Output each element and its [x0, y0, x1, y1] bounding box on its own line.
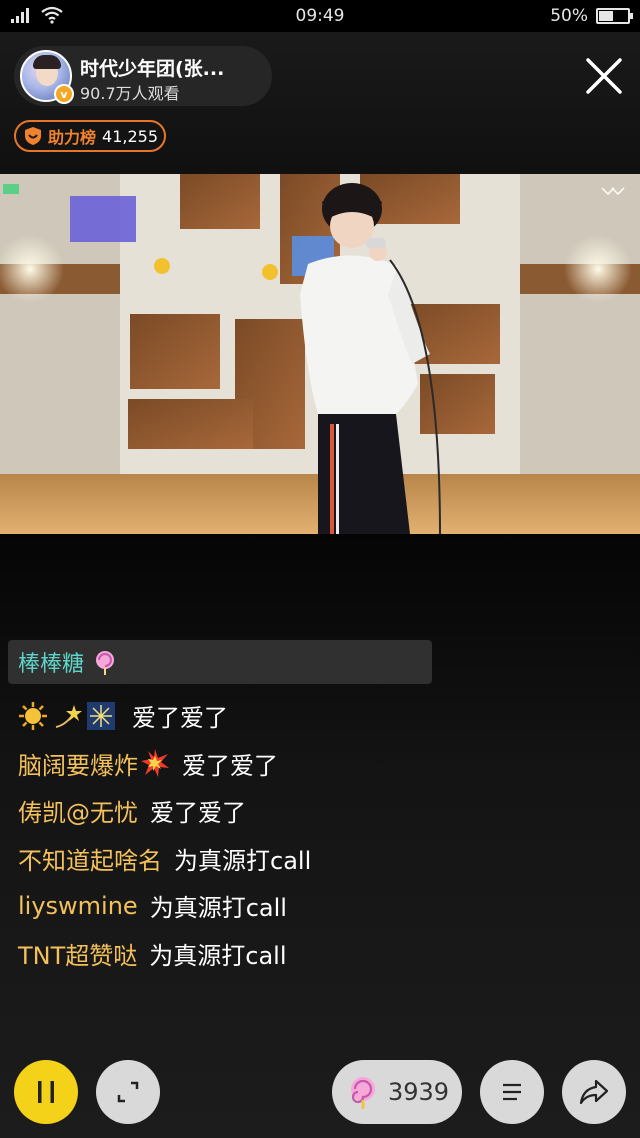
chat-message-text: 爱了爱了 [150, 799, 246, 828]
close-icon[interactable] [582, 54, 626, 98]
live-video[interactable] [0, 174, 640, 534]
gift-banner: 棒棒糖 [8, 640, 432, 684]
rank-label: 助力榜 [48, 128, 97, 147]
chat-username[interactable]: TNT超赞哒 [18, 936, 137, 971]
chat-message: 不知道起啥名 为真源打call [18, 835, 618, 883]
chat-message-text: 为真源打call [149, 941, 287, 970]
chat-message-text: 为真源打call [149, 894, 287, 923]
share-icon [579, 1079, 609, 1105]
chat-list: 爱了爱了 脑阔要爆炸 爱了爱了 俦凯@无忧 爱了爱了 不知道起啥名 为真源打ca… [18, 692, 618, 977]
menu-icon [503, 1083, 521, 1101]
live-header: v 时代少年团(张... 90.7万人观看 助力榜 41,255 [0, 32, 640, 174]
chat-message: TNT超赞哒 为真源打call [18, 930, 618, 978]
shooting-star-icon [55, 704, 82, 728]
battery-percent: 50% [550, 6, 588, 26]
gift-button[interactable]: 3939 [332, 1060, 462, 1124]
fullscreen-icon [117, 1081, 139, 1103]
shield-icon [25, 127, 41, 145]
rank-count: 41,255 [102, 126, 158, 146]
chat-message: 俦凯@无忧 爱了爱了 [18, 787, 618, 835]
battery-icon [596, 8, 633, 24]
lollipop-icon [351, 1077, 375, 1109]
sparkler-icon [87, 701, 115, 730]
fullscreen-button[interactable] [96, 1060, 160, 1124]
chat-message: 脑阔要爆炸 爱了爱了 [18, 740, 618, 788]
share-button[interactable] [562, 1060, 626, 1124]
verified-badge-icon: v [54, 84, 74, 104]
gift-count: 3939 [388, 1078, 450, 1106]
chat-username[interactable]: 脑阔要爆炸 [18, 746, 138, 781]
chat-message-text: 为真源打call [174, 846, 312, 875]
chat-message-text: 爱了爱了 [182, 751, 278, 780]
pause-icon [38, 1081, 54, 1103]
host-info-pill[interactable]: v 时代少年团(张... 90.7万人观看 [14, 46, 272, 106]
chat-username[interactable]: liyswmine [18, 892, 138, 920]
host-name: 时代少年团(张... [80, 58, 225, 80]
battery-fill [599, 11, 613, 21]
status-time: 09:49 [295, 6, 345, 26]
explosion-icon [141, 749, 169, 778]
gift-name: 棒棒糖 [18, 652, 85, 677]
pause-button[interactable] [14, 1060, 78, 1124]
sun-icon [19, 701, 47, 730]
chat-message-text: 爱了爱了 [132, 704, 228, 733]
chat-message: liyswmine 为真源打call [18, 882, 618, 930]
status-bar: 09:49 50% [0, 0, 640, 32]
chat-username[interactable]: 不知道起啥名 [18, 841, 162, 876]
viewer-count: 90.7万人观看 [80, 84, 180, 103]
support-rank-button[interactable]: 助力榜 41,255 [14, 120, 166, 152]
chat-message: 爱了爱了 [18, 692, 618, 740]
lollipop-icon [96, 651, 115, 675]
video-frame [0, 174, 640, 534]
chat-username[interactable]: 俦凯@无忧 [18, 793, 138, 828]
menu-button[interactable] [480, 1060, 544, 1124]
